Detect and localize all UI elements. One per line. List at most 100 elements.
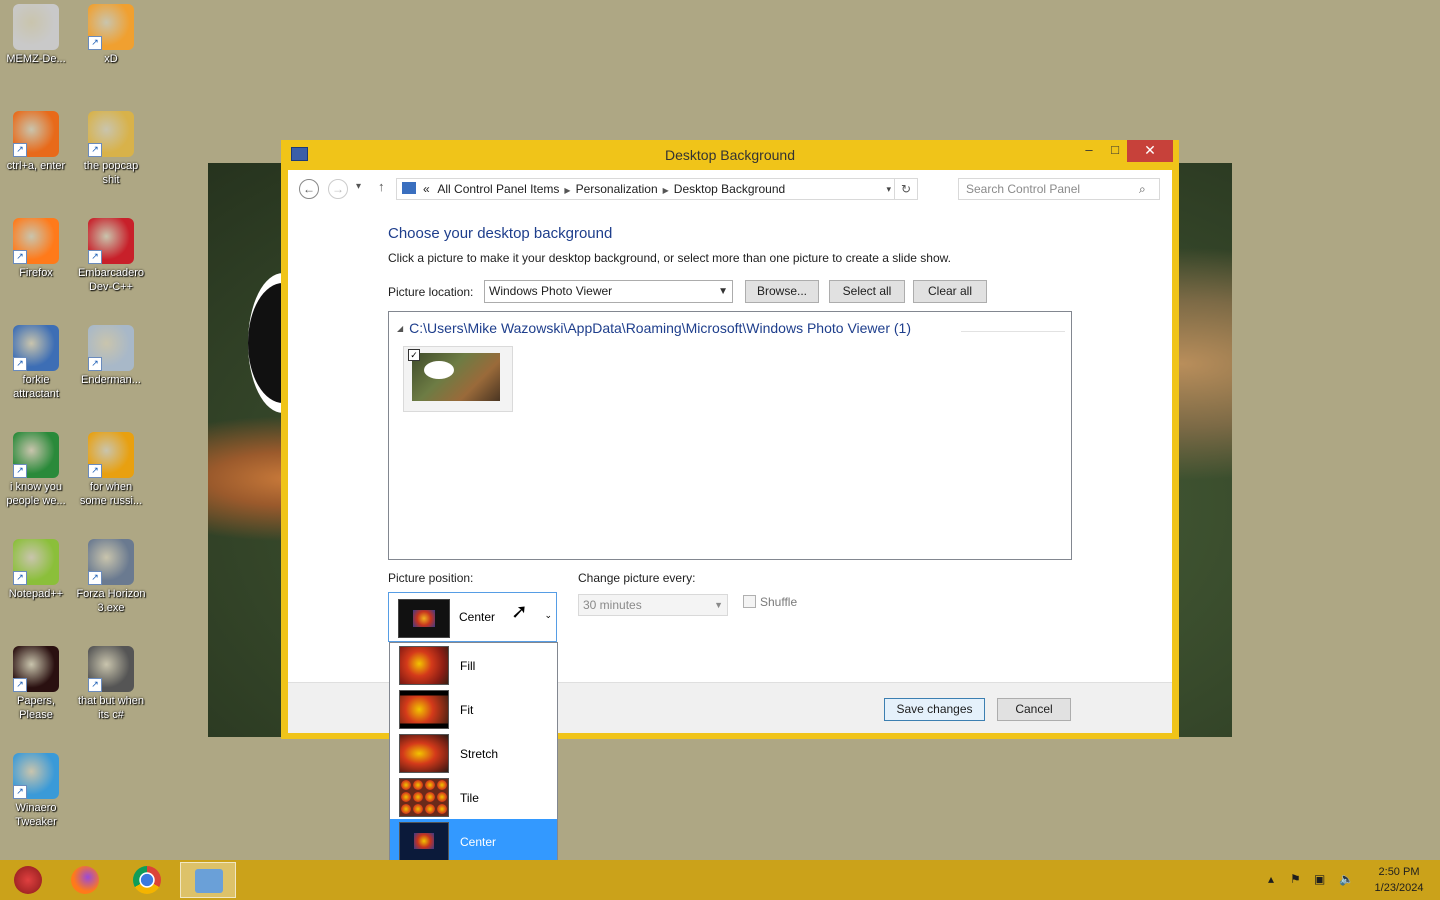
save-changes-button[interactable]: Save changes (884, 698, 985, 721)
desktop-icon[interactable]: ↗ Papers, Please (0, 646, 72, 722)
desktop-icon[interactable]: ↗ xD (75, 4, 147, 66)
shortcut-arrow-icon: ↗ (13, 571, 27, 585)
thumbnail-image (412, 353, 500, 401)
position-option-fit[interactable]: Fit (390, 687, 557, 731)
breadcrumb-separator-icon[interactable]: ▶ (564, 186, 570, 195)
shortcut-arrow-icon: ↗ (88, 36, 102, 50)
app-icon: ↗ (13, 753, 59, 799)
desktop-icon-label: forkie attractant (13, 374, 59, 400)
flag-icon[interactable]: ⚑ (1290, 872, 1301, 886)
desktop-icon-label: i know you people we... (6, 481, 66, 507)
collapse-triangle-icon[interactable]: ◢ (397, 324, 403, 333)
desktop-icon-label: that but when its c# (77, 695, 145, 721)
recent-locations-chevron-icon[interactable]: ▾ (356, 181, 361, 192)
app-icon: ↗ (88, 4, 134, 50)
volume-muted-icon[interactable]: 🔈 (1339, 872, 1354, 886)
close-button[interactable]: ✕ (1127, 140, 1173, 162)
desktop-icon-label: Papers, Please (17, 695, 55, 721)
desktop-icon[interactable]: ↗ Forza Horizon 3.exe (75, 539, 147, 615)
breadcrumb-desktop-background[interactable]: Desktop Background (674, 182, 785, 196)
maximize-button[interactable]: □ (1101, 140, 1129, 162)
desktop-icon[interactable]: ↗ Firefox (0, 218, 72, 280)
shortcut-arrow-icon: ↗ (13, 785, 27, 799)
refresh-icon[interactable]: ↻ (894, 179, 917, 199)
title-bar[interactable]: Desktop Background – □ ✕ (281, 140, 1179, 170)
desktop-icon[interactable]: ↗ Winaero Tweaker (0, 753, 72, 829)
picture-location-select[interactable]: Windows Photo Viewer ▼ (484, 280, 733, 303)
desktop-icon[interactable]: ↗ Notepad++ (0, 539, 72, 601)
desktop-icon[interactable]: ↗ the popcap shit (75, 111, 147, 187)
desktop-icon[interactable]: ↗ that but when its c# (75, 646, 147, 722)
shortcut-arrow-icon: ↗ (88, 250, 102, 264)
shortcut-arrow-icon: ↗ (13, 250, 27, 264)
taskbar-control-panel[interactable] (180, 862, 236, 898)
picture-position-label: Picture position: (388, 571, 474, 585)
folder-group-header[interactable]: ◢ C:\Users\Mike Wazowski\AppData\Roaming\… (397, 320, 911, 336)
shortcut-arrow-icon: ↗ (88, 571, 102, 585)
search-input[interactable] (958, 178, 1160, 200)
picture-position-select[interactable]: Center ⌄ (388, 592, 557, 642)
shortcut-arrow-icon: ↗ (13, 464, 27, 478)
desktop-icon[interactable]: ↗ for when some russi... (75, 432, 147, 508)
app-icon: ↗ (13, 111, 59, 157)
breadcrumb-personalization[interactable]: Personalization (576, 182, 658, 196)
desktop-icon[interactable]: MEMZ-De... (0, 4, 72, 66)
page-description: Click a picture to make it your desktop … (388, 251, 951, 265)
app-icon: ↗ (13, 325, 59, 371)
system-clock[interactable]: 2:50 PM 1/23/2024 (1366, 864, 1432, 896)
desktop-icon[interactable]: ↗ Embarcadero Dev-C++ (75, 218, 147, 294)
app-icon (13, 4, 59, 50)
select-all-button[interactable]: Select all (829, 280, 905, 303)
app-icon: ↗ (88, 218, 134, 264)
back-arrow-icon[interactable]: ← (299, 179, 319, 199)
browse-button[interactable]: Browse... (745, 280, 819, 303)
desktop-icon-label: Enderman... (81, 374, 141, 386)
picture-thumbnail[interactable]: ✓ (403, 346, 513, 412)
breadcrumb-all-control-panel-items[interactable]: All Control Panel Items (437, 182, 559, 196)
taskbar: ▴ ⚑ ▣ 🔈 2:50 PM 1/23/2024 (0, 860, 1440, 900)
forward-arrow-icon[interactable]: → (328, 179, 348, 199)
desktop-icon-label: Winaero Tweaker (15, 802, 57, 828)
fit-preview-icon (399, 690, 449, 729)
desktop-icon-label: MEMZ-De... (6, 53, 66, 65)
taskbar-ornament-app[interactable] (0, 862, 56, 898)
thumbnail-checkbox[interactable]: ✓ (408, 349, 420, 361)
center-preview-icon (398, 599, 450, 638)
shuffle-box (743, 595, 756, 608)
option-label: Fit (460, 703, 474, 717)
minimize-button[interactable]: – (1075, 140, 1103, 162)
position-option-stretch[interactable]: Stretch (390, 731, 557, 775)
show-hidden-icons-icon[interactable]: ▴ (1268, 872, 1274, 886)
taskbar-firefox[interactable] (57, 862, 113, 898)
breadcrumb-overflow[interactable]: « (423, 182, 430, 196)
desktop-icon[interactable]: ↗ ctrl+a, enter (0, 111, 72, 173)
app-icon: ↗ (88, 432, 134, 478)
shortcut-arrow-icon: ↗ (13, 678, 27, 692)
desktop-icon[interactable]: ↗ Enderman... (75, 325, 147, 387)
shortcut-arrow-icon: ↗ (88, 464, 102, 478)
firefox-icon (71, 866, 99, 894)
clear-all-button[interactable]: Clear all (913, 280, 987, 303)
tile-preview-icon (399, 778, 449, 817)
window-title: Desktop Background (665, 147, 795, 163)
address-dropdown-icon[interactable]: ▾ (886, 179, 891, 199)
center-preview-icon (399, 822, 449, 861)
desktop-icon[interactable]: ↗ i know you people we... (0, 432, 72, 508)
desktop-icon[interactable]: ↗ forkie attractant (0, 325, 72, 401)
position-option-fill[interactable]: Fill (390, 643, 557, 687)
app-icon: ↗ (13, 646, 59, 692)
network-icon[interactable]: ▣ (1314, 872, 1325, 886)
position-option-tile[interactable]: Tile (390, 775, 557, 819)
clock-date: 1/23/2024 (1374, 882, 1424, 894)
search-icon[interactable]: ⌕ (1139, 182, 1146, 197)
breadcrumb-separator-icon[interactable]: ▶ (663, 186, 669, 195)
option-label: Center (460, 835, 497, 849)
taskbar-chrome[interactable] (119, 862, 175, 898)
up-arrow-icon[interactable]: ↑ (378, 179, 385, 194)
cancel-button[interactable]: Cancel (997, 698, 1071, 721)
position-option-center[interactable]: Center (390, 819, 557, 863)
page-title: Choose your desktop background (388, 225, 613, 242)
picture-position-value: Center (459, 610, 496, 624)
address-bar[interactable]: « All Control Panel Items ▶ Personalizatio… (396, 178, 918, 200)
shuffle-label: Shuffle (760, 595, 798, 609)
